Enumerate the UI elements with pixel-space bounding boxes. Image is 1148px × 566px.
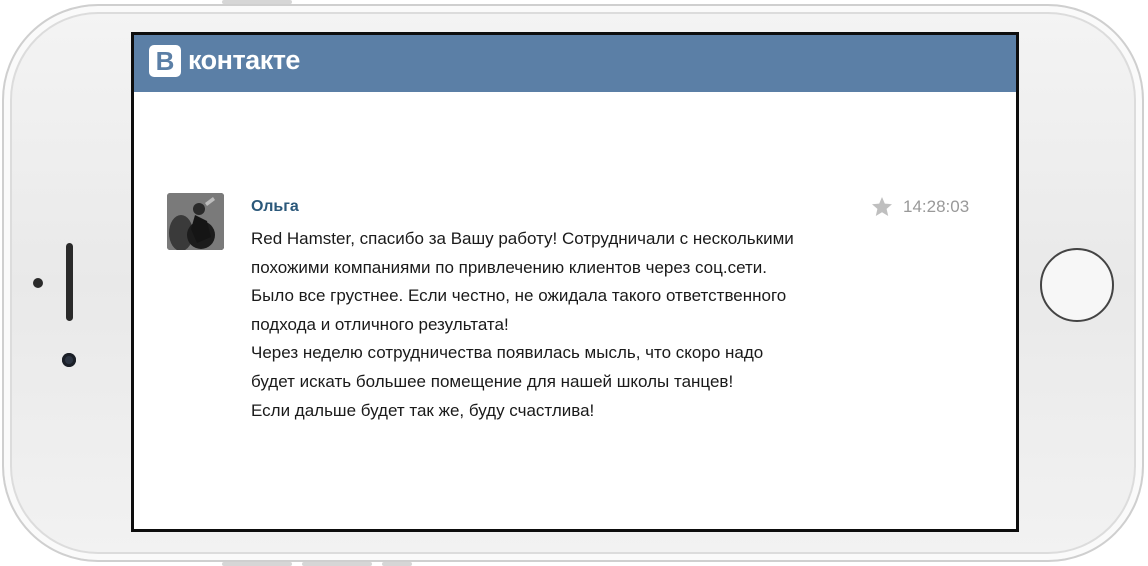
message-line: Через неделю сотрудничества появилась мы… <box>251 343 764 363</box>
avatar-photo <box>167 193 224 250</box>
message-line: Red Hamster, спасибо за Вашу работу! Сот… <box>251 229 794 248</box>
star-icon[interactable] <box>870 195 894 219</box>
message-line: похожими компаниями по привлечению клиен… <box>251 257 767 277</box>
bottom-side-button-left <box>222 562 292 566</box>
screen: B контакте Ольга 14:28:03 Red Hamster, с… <box>131 32 1019 532</box>
author-name[interactable]: Ольга <box>251 197 299 217</box>
bottom-side-button-right <box>382 562 412 566</box>
star-shape <box>872 197 892 216</box>
top-side-button <box>222 0 292 4</box>
front-camera <box>62 353 76 367</box>
message-line: подхода и отличного результата! <box>251 314 509 334</box>
message-line: Было все грустнее. Если честно, не ожида… <box>251 286 787 306</box>
vk-logo-icon[interactable]: B <box>149 45 181 77</box>
message-line: Если дальше будет так же, буду счастлива… <box>251 400 595 420</box>
vk-logo-text[interactable]: контакте <box>188 44 300 76</box>
post-time[interactable]: 14:28:03 <box>903 197 969 217</box>
avatar[interactable] <box>167 193 224 250</box>
vk-header: B контакте <box>134 35 1016 92</box>
message-text: Red Hamster, спасибо за Вашу работу! Сот… <box>251 225 891 425</box>
home-button[interactable] <box>1040 248 1114 322</box>
speaker-slot <box>66 243 73 321</box>
sensor-dot <box>33 278 43 288</box>
bottom-side-button-mid <box>302 562 372 566</box>
message-line: будет искать большее помещение для нашей… <box>251 371 734 391</box>
